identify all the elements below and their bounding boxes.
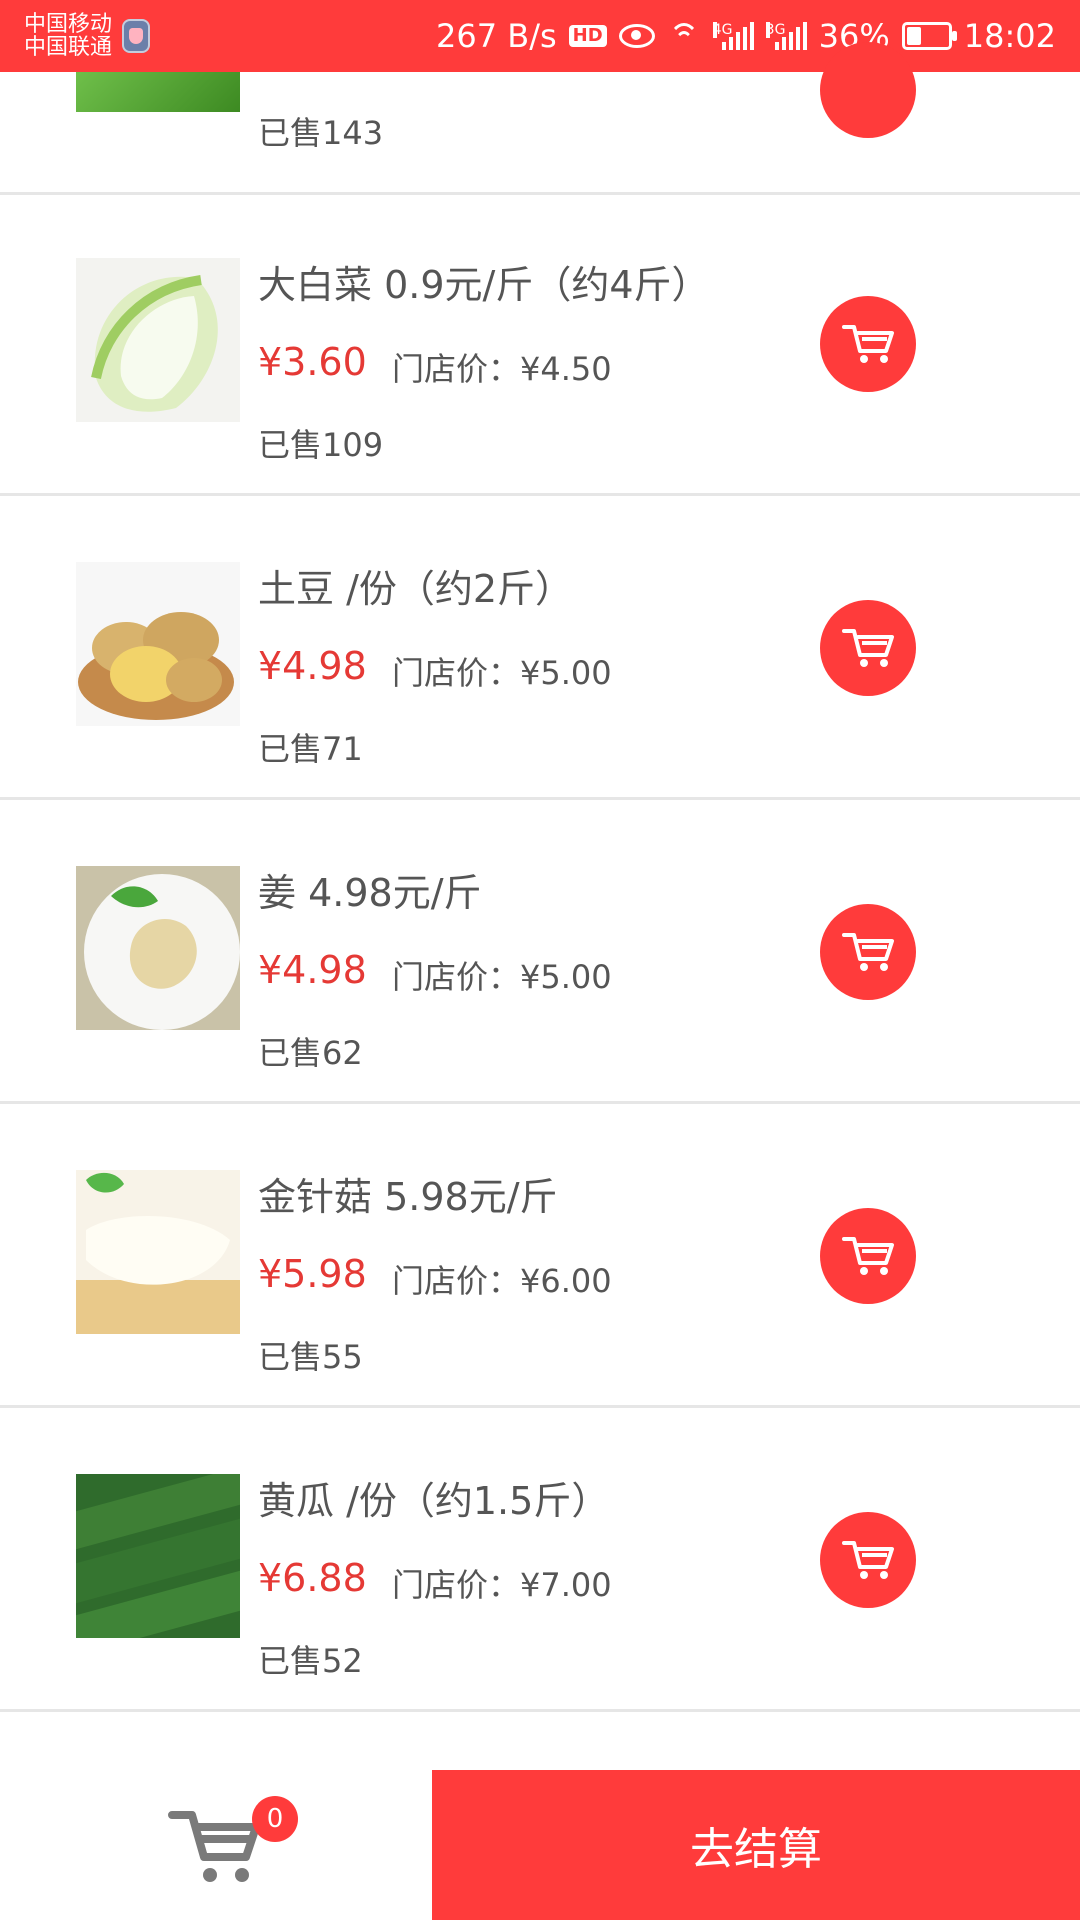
checkout-button[interactable]: 去结算 (432, 1770, 1080, 1920)
list-item[interactable]: 黄瓜 /份（约1.5斤） ¥6.88 门店价：¥7.00 已售52 (0, 1408, 1080, 1712)
cart-button[interactable]: 0 (0, 1770, 432, 1920)
product-title: 姜 4.98元/斤 (258, 871, 482, 915)
signal-3g-icon: 3G (765, 22, 807, 50)
status-bar: 中国移动 中国联通 267 B/s HD 4G 3G 36% 18:02 (0, 0, 1080, 72)
ginger-image (76, 866, 240, 1030)
list-item[interactable]: 姜 4.98元/斤 ¥4.98 门店价：¥5.00 已售62 (0, 800, 1080, 1104)
bottom-bar: 0 去结算 (0, 1770, 1080, 1920)
store-price: 门店价：¥6.00 (392, 1262, 612, 1300)
cart-icon (842, 629, 894, 667)
cart-count-badge: 0 (252, 1796, 298, 1842)
eye-icon (618, 24, 655, 48)
list-item-partial[interactable]: 已售143 (0, 42, 1080, 195)
sold-count: 已售109 (258, 426, 384, 464)
hd-icon: HD (568, 25, 607, 47)
add-to-cart-button[interactable] (820, 1512, 916, 1608)
network-type-3g: 3G (765, 22, 786, 38)
carrier-2: 中国联通 (24, 35, 113, 60)
product-thumbnail-cabbage (76, 258, 240, 422)
network-type-4g: 4G (712, 22, 733, 38)
add-to-cart-button[interactable] (820, 904, 916, 1000)
status-indicators: 267 B/s HD 4G 3G 36% 18:02 (436, 17, 1056, 55)
product-title: 土豆 /份（约2斤） (258, 567, 574, 611)
signal-4g-icon: 4G (712, 22, 754, 50)
store-price: 门店价：¥4.50 (392, 350, 612, 388)
store-price: 门店价：¥5.00 (392, 654, 612, 692)
list-item[interactable]: 金针菇 5.98元/斤 ¥5.98 门店价：¥6.00 已售55 (0, 1104, 1080, 1408)
clock: 18:02 (963, 17, 1056, 55)
product-price: ¥4.98 (258, 644, 367, 688)
product-thumbnail-ginger (76, 866, 240, 1030)
cart-icon (842, 1541, 894, 1579)
product-thumbnail (76, 72, 240, 112)
carrier-lines: 中国移动 中国联通 (24, 13, 112, 59)
security-shield-icon (122, 19, 151, 53)
store-price: 门店价：¥5.00 (392, 958, 612, 996)
cucumber-image (76, 1474, 240, 1638)
cart-icon (842, 325, 894, 363)
carrier-1: 中国移动 (24, 11, 113, 37)
add-to-cart-button[interactable] (820, 42, 916, 138)
cabbage-image (76, 258, 240, 422)
add-to-cart-button[interactable] (820, 296, 916, 392)
store-price: 门店价：¥7.00 (392, 1566, 612, 1604)
product-thumbnail-cucumber (76, 1474, 240, 1638)
sold-count: 已售55 (258, 1338, 363, 1376)
product-price: ¥6.88 (258, 1556, 367, 1600)
list-item[interactable]: 土豆 /份（约2斤） ¥4.98 门店价：¥5.00 已售71 (0, 496, 1080, 800)
product-thumbnail-potato (76, 562, 240, 726)
sold-count: 已售143 (258, 114, 384, 152)
product-price: ¥5.98 (258, 1252, 367, 1296)
add-to-cart-button[interactable] (820, 600, 916, 696)
product-title: 大白菜 0.9元/斤（约4斤） (258, 263, 710, 307)
network-speed: 267 B/s (435, 17, 557, 55)
product-title: 金针菇 5.98元/斤 (258, 1175, 558, 1219)
wifi-icon (667, 23, 701, 49)
product-list: 大白菜 0.9元/斤（约4斤） ¥3.60 门店价：¥4.50 已售109 土豆… (0, 192, 1080, 1712)
product-thumbnail-enoki (76, 1170, 240, 1334)
product-title: 黄瓜 /份（约1.5斤） (258, 1479, 610, 1523)
potato-image (76, 562, 240, 726)
sold-count: 已售52 (258, 1642, 363, 1680)
product-price: ¥4.98 (258, 948, 367, 992)
carrier-info: 中国移动 中国联通 (24, 13, 151, 59)
add-to-cart-button[interactable] (820, 1208, 916, 1304)
sold-count: 已售71 (258, 730, 363, 768)
cart-icon (842, 933, 894, 971)
shopping-cart-icon (168, 1811, 260, 1882)
battery-icon (901, 22, 957, 50)
enoki-image (76, 1170, 240, 1334)
cart-icon (842, 1237, 894, 1275)
sold-count: 已售62 (258, 1034, 363, 1072)
list-item[interactable]: 大白菜 0.9元/斤（约4斤） ¥3.60 门店价：¥4.50 已售109 (0, 192, 1080, 496)
product-price: ¥3.60 (258, 340, 367, 384)
